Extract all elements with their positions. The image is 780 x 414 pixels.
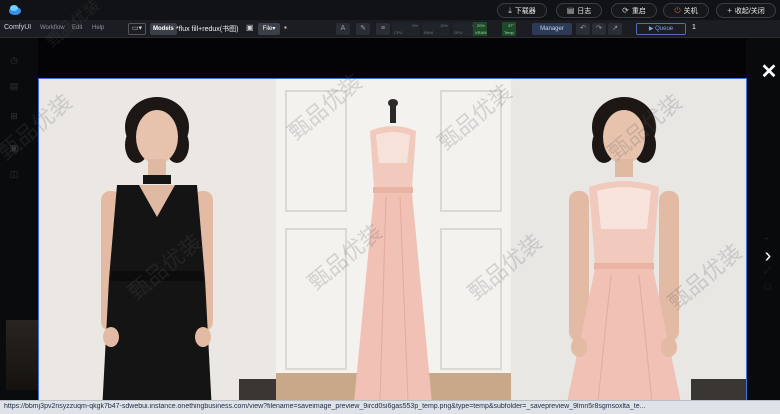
next-image-icon[interactable]: › (761, 244, 775, 268)
shutdown-label: 关机 (683, 7, 698, 15)
model-black-jumpsuit-image (39, 79, 276, 414)
status-url: https://bbmj3pv2nsyzzuqm-qkgk7b47-sdwebu… (4, 403, 646, 410)
downloader-label: 下载器 (514, 7, 536, 15)
translate-icon[interactable]: A (336, 23, 350, 35)
brand-label: ComfyUI (4, 24, 32, 31)
pen-icon[interactable]: ✎ (356, 23, 370, 35)
manager-button[interactable]: Manager (532, 23, 572, 35)
queue-label: Queue (655, 26, 674, 32)
models-button[interactable]: Models (150, 23, 177, 35)
undo-icon[interactable]: ↶ (576, 23, 590, 35)
file-label: File (262, 26, 273, 32)
file-button[interactable]: File▾ (258, 23, 280, 35)
menu-item-workflow[interactable]: Workflow (40, 25, 65, 31)
log-label: 日志 (577, 7, 592, 15)
menu-item-help[interactable]: Help (92, 25, 104, 31)
app-logo-icon (9, 5, 21, 15)
log-icon: ▤ (566, 6, 575, 15)
close-icon[interactable]: ✕ (759, 62, 779, 82)
share-icon[interactable]: ↗ (608, 23, 622, 35)
shutdown-button[interactable]: ⏻ 关机 (663, 3, 709, 18)
image-preview-overlay: ✕ › (0, 38, 780, 414)
temp-meter: 37° Temp (502, 22, 516, 36)
cpu-meter: 9% CPU (392, 22, 420, 36)
queue-button[interactable]: ▶ Queue (636, 23, 686, 35)
restart-button[interactable]: ⟳ 重启 (611, 3, 657, 18)
log-button[interactable]: ▤ 日志 (556, 3, 602, 18)
model-pink-dress-image (511, 79, 746, 414)
folder-icon[interactable]: ▭▾ (128, 23, 146, 35)
restart-label: 重启 (631, 7, 646, 15)
top-toolbar: ⤓ 下载器 ▤ 日志 ⟳ 重启 ⏻ 关机 + 收起/关闭 (0, 0, 780, 20)
browser-status-bar: https://bbmj3pv2nsyzzuqm-qkgk7b47-sdwebu… (0, 400, 780, 414)
pink-dress-on-mannequin-image (276, 79, 511, 414)
collapse-close-button[interactable]: + 收起/关闭 (716, 3, 776, 18)
image-icon[interactable]: ▣ (246, 23, 254, 32)
vram-meter: 20% VRAM (473, 22, 487, 36)
redo-icon[interactable]: ↷ (592, 23, 606, 35)
result-image-mannequin-dress (276, 79, 511, 414)
downloader-button[interactable]: ⤓ 下载器 (497, 3, 547, 18)
restart-icon: ⟳ (622, 6, 629, 15)
plus-icon: + (727, 6, 732, 15)
result-image-black-jumpsuit (39, 79, 276, 414)
menu-item-edit[interactable]: Edit (72, 25, 82, 31)
menu-bar: ComfyUI Workflow Edit Help ▭▾ Models *fl… (0, 20, 780, 38)
download-icon: ⤓ (508, 5, 512, 15)
ram-meter: 15% RAM (422, 22, 450, 36)
result-image-pink-dress (511, 79, 746, 414)
workflow-title: *flux fill+redux(书图) (176, 26, 239, 33)
layers-icon[interactable]: ≡ (376, 23, 390, 35)
collapse-close-label: 收起/关闭 (734, 7, 765, 15)
queue-count[interactable]: 1 (692, 24, 696, 31)
power-icon: ⏻ (674, 5, 681, 15)
preview-image (38, 78, 747, 414)
save-icon[interactable]: ▪ (284, 23, 287, 32)
